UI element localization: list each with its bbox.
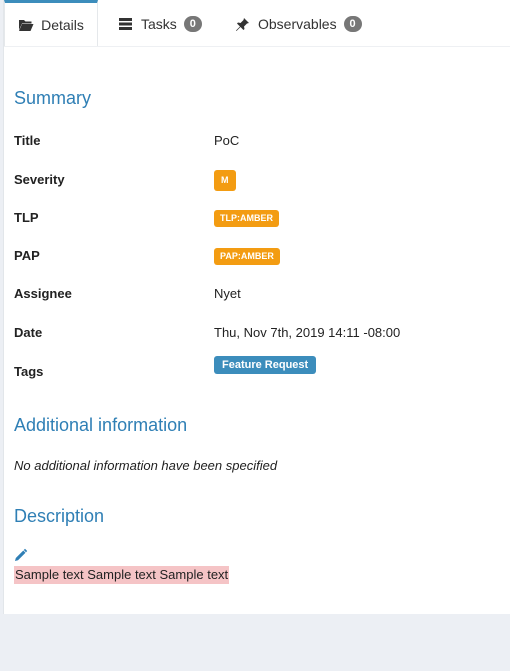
tab-observables[interactable]: Observables 0 bbox=[235, 3, 362, 45]
pap-value: PAP:AMBER bbox=[214, 247, 280, 265]
assignee-value: Nyet bbox=[214, 286, 241, 301]
title-label: Title bbox=[14, 133, 41, 148]
folder-open-icon bbox=[18, 18, 34, 32]
summary-heading: Summary bbox=[14, 88, 92, 108]
date-label: Date bbox=[14, 325, 43, 340]
description-text: Sample text Sample text Sample text bbox=[14, 566, 230, 584]
additional-info-heading: Additional information bbox=[14, 415, 188, 435]
observables-count-badge: 0 bbox=[343, 16, 362, 32]
tab-observables-label: Observables bbox=[258, 16, 337, 32]
title-value: PoC bbox=[214, 133, 240, 148]
case-details-panel: Details Tasks 0 Observables 0 Summary Ti… bbox=[3, 0, 510, 614]
severity-label: Severity bbox=[14, 172, 65, 187]
severity-value: M bbox=[214, 170, 236, 191]
tlp-badge: TLP:AMBER bbox=[214, 210, 279, 227]
pencil-edit-icon[interactable] bbox=[14, 548, 28, 562]
tasks-icon bbox=[118, 17, 134, 31]
pap-label: PAP bbox=[14, 248, 40, 263]
pap-badge: PAP:AMBER bbox=[214, 248, 280, 265]
pin-icon bbox=[235, 17, 251, 31]
tags-value: Feature Request bbox=[214, 356, 317, 374]
date-value: Thu, Nov 7th, 2019 14:11 -08:00 bbox=[214, 325, 401, 340]
tlp-label: TLP bbox=[14, 210, 39, 225]
tag-feature-request[interactable]: Feature Request bbox=[214, 356, 317, 374]
tab-details-label: Details bbox=[41, 16, 84, 33]
tab-details[interactable]: Details bbox=[4, 0, 98, 46]
tasks-count-badge: 0 bbox=[183, 16, 202, 32]
severity-badge: M bbox=[214, 170, 236, 191]
tab-bar: Details Tasks 0 Observables 0 bbox=[4, 0, 510, 47]
tlp-value: TLP:AMBER bbox=[214, 209, 279, 227]
tags-label: Tags bbox=[14, 364, 44, 379]
tab-tasks[interactable]: Tasks 0 bbox=[118, 3, 202, 45]
assignee-label: Assignee bbox=[14, 286, 72, 301]
additional-info-note: No additional information have been spec… bbox=[14, 458, 278, 473]
tab-tasks-label: Tasks bbox=[141, 16, 177, 32]
description-heading: Description bbox=[14, 506, 105, 526]
